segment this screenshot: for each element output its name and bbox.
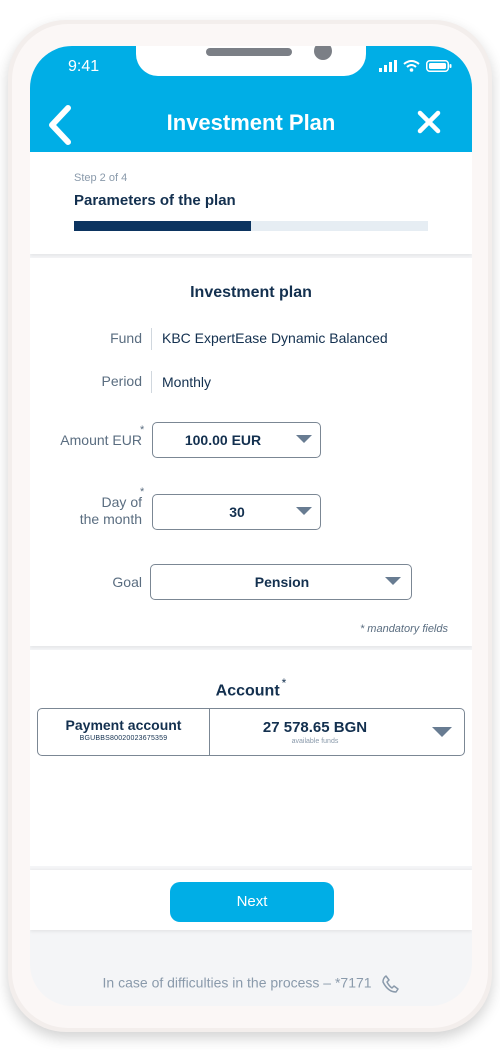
footer-bar: Next [30,870,472,930]
step-counter: Step 2 of 4 [74,172,128,184]
divider [151,328,152,350]
period-value: Monthly [162,374,212,390]
status-time: 9:41 [68,58,100,75]
account-title: Account * [30,676,472,700]
account-iban: BGUBBS80020023675359 [79,735,168,742]
progress-fill [74,221,251,231]
step-progress-card: Step 2 of 4 Parameters of the plan [30,152,472,254]
close-icon [417,110,441,134]
status-icons [379,60,452,72]
day-label-line1: Day of [101,494,142,510]
close-button[interactable] [416,109,442,135]
speaker-icon [206,48,292,56]
wifi-icon [403,60,420,72]
account-section: Account * Payment account BGUBBS800200236… [30,650,472,866]
phone-icon[interactable] [381,974,400,994]
fund-label: Fund [110,330,142,346]
app-header: 9:41 Investment Plan [30,46,472,152]
mandatory-fields-note: * mandatory fields [359,623,448,635]
account-name: Payment account [65,717,182,733]
chevron-down-icon [432,727,452,737]
account-title-text: Account [215,682,280,700]
required-marker: * [140,424,145,436]
help-line: In case of difficulties in the process –… [30,974,472,994]
day-select[interactable]: 30 [152,494,321,530]
help-text: In case of difficulties in the process –… [102,974,372,991]
goal-label: Goal [112,574,142,590]
app-screen: 9:41 Investment Plan Step 2 of 4 Paramet… [30,46,472,1006]
account-select[interactable]: Payment account BGUBBS80020023675359 27 … [37,708,465,756]
phone-notch [136,46,366,76]
next-button[interactable]: Next [170,882,334,922]
investment-plan-card: Investment plan Fund KBC ExpertEase Dyna… [30,258,472,646]
available-funds-label: available funds [291,738,339,745]
day-label-line2: the month [79,511,142,527]
chevron-down-icon [296,507,312,515]
required-marker: * [140,486,145,498]
goal-value: Pension [254,574,310,590]
account-balance: 27 578.65 BGN [262,719,368,736]
amount-select[interactable]: 100.00 EUR [152,422,321,458]
period-label: Period [101,373,142,389]
section-title-investment-plan: Investment plan [190,284,312,301]
goal-select[interactable]: Pension [150,564,412,600]
progress-bar [74,221,428,231]
amount-value: 100.00 EUR [184,432,262,448]
page-title: Investment Plan [166,110,336,135]
chevron-down-icon [385,577,401,585]
amount-label: Amount EUR [60,432,142,448]
camera-icon [314,46,332,60]
account-balance-info: 27 578.65 BGN available funds [210,709,420,755]
battery-icon [426,60,452,72]
fund-value: KBC ExpertEase Dynamic Balanced [162,330,388,346]
divider [151,371,152,393]
account-info: Payment account BGUBBS80020023675359 [38,709,210,755]
signal-icon [379,60,397,72]
step-title: Parameters of the plan [74,192,236,209]
required-marker: * [281,676,287,690]
chevron-down-icon [296,435,312,443]
